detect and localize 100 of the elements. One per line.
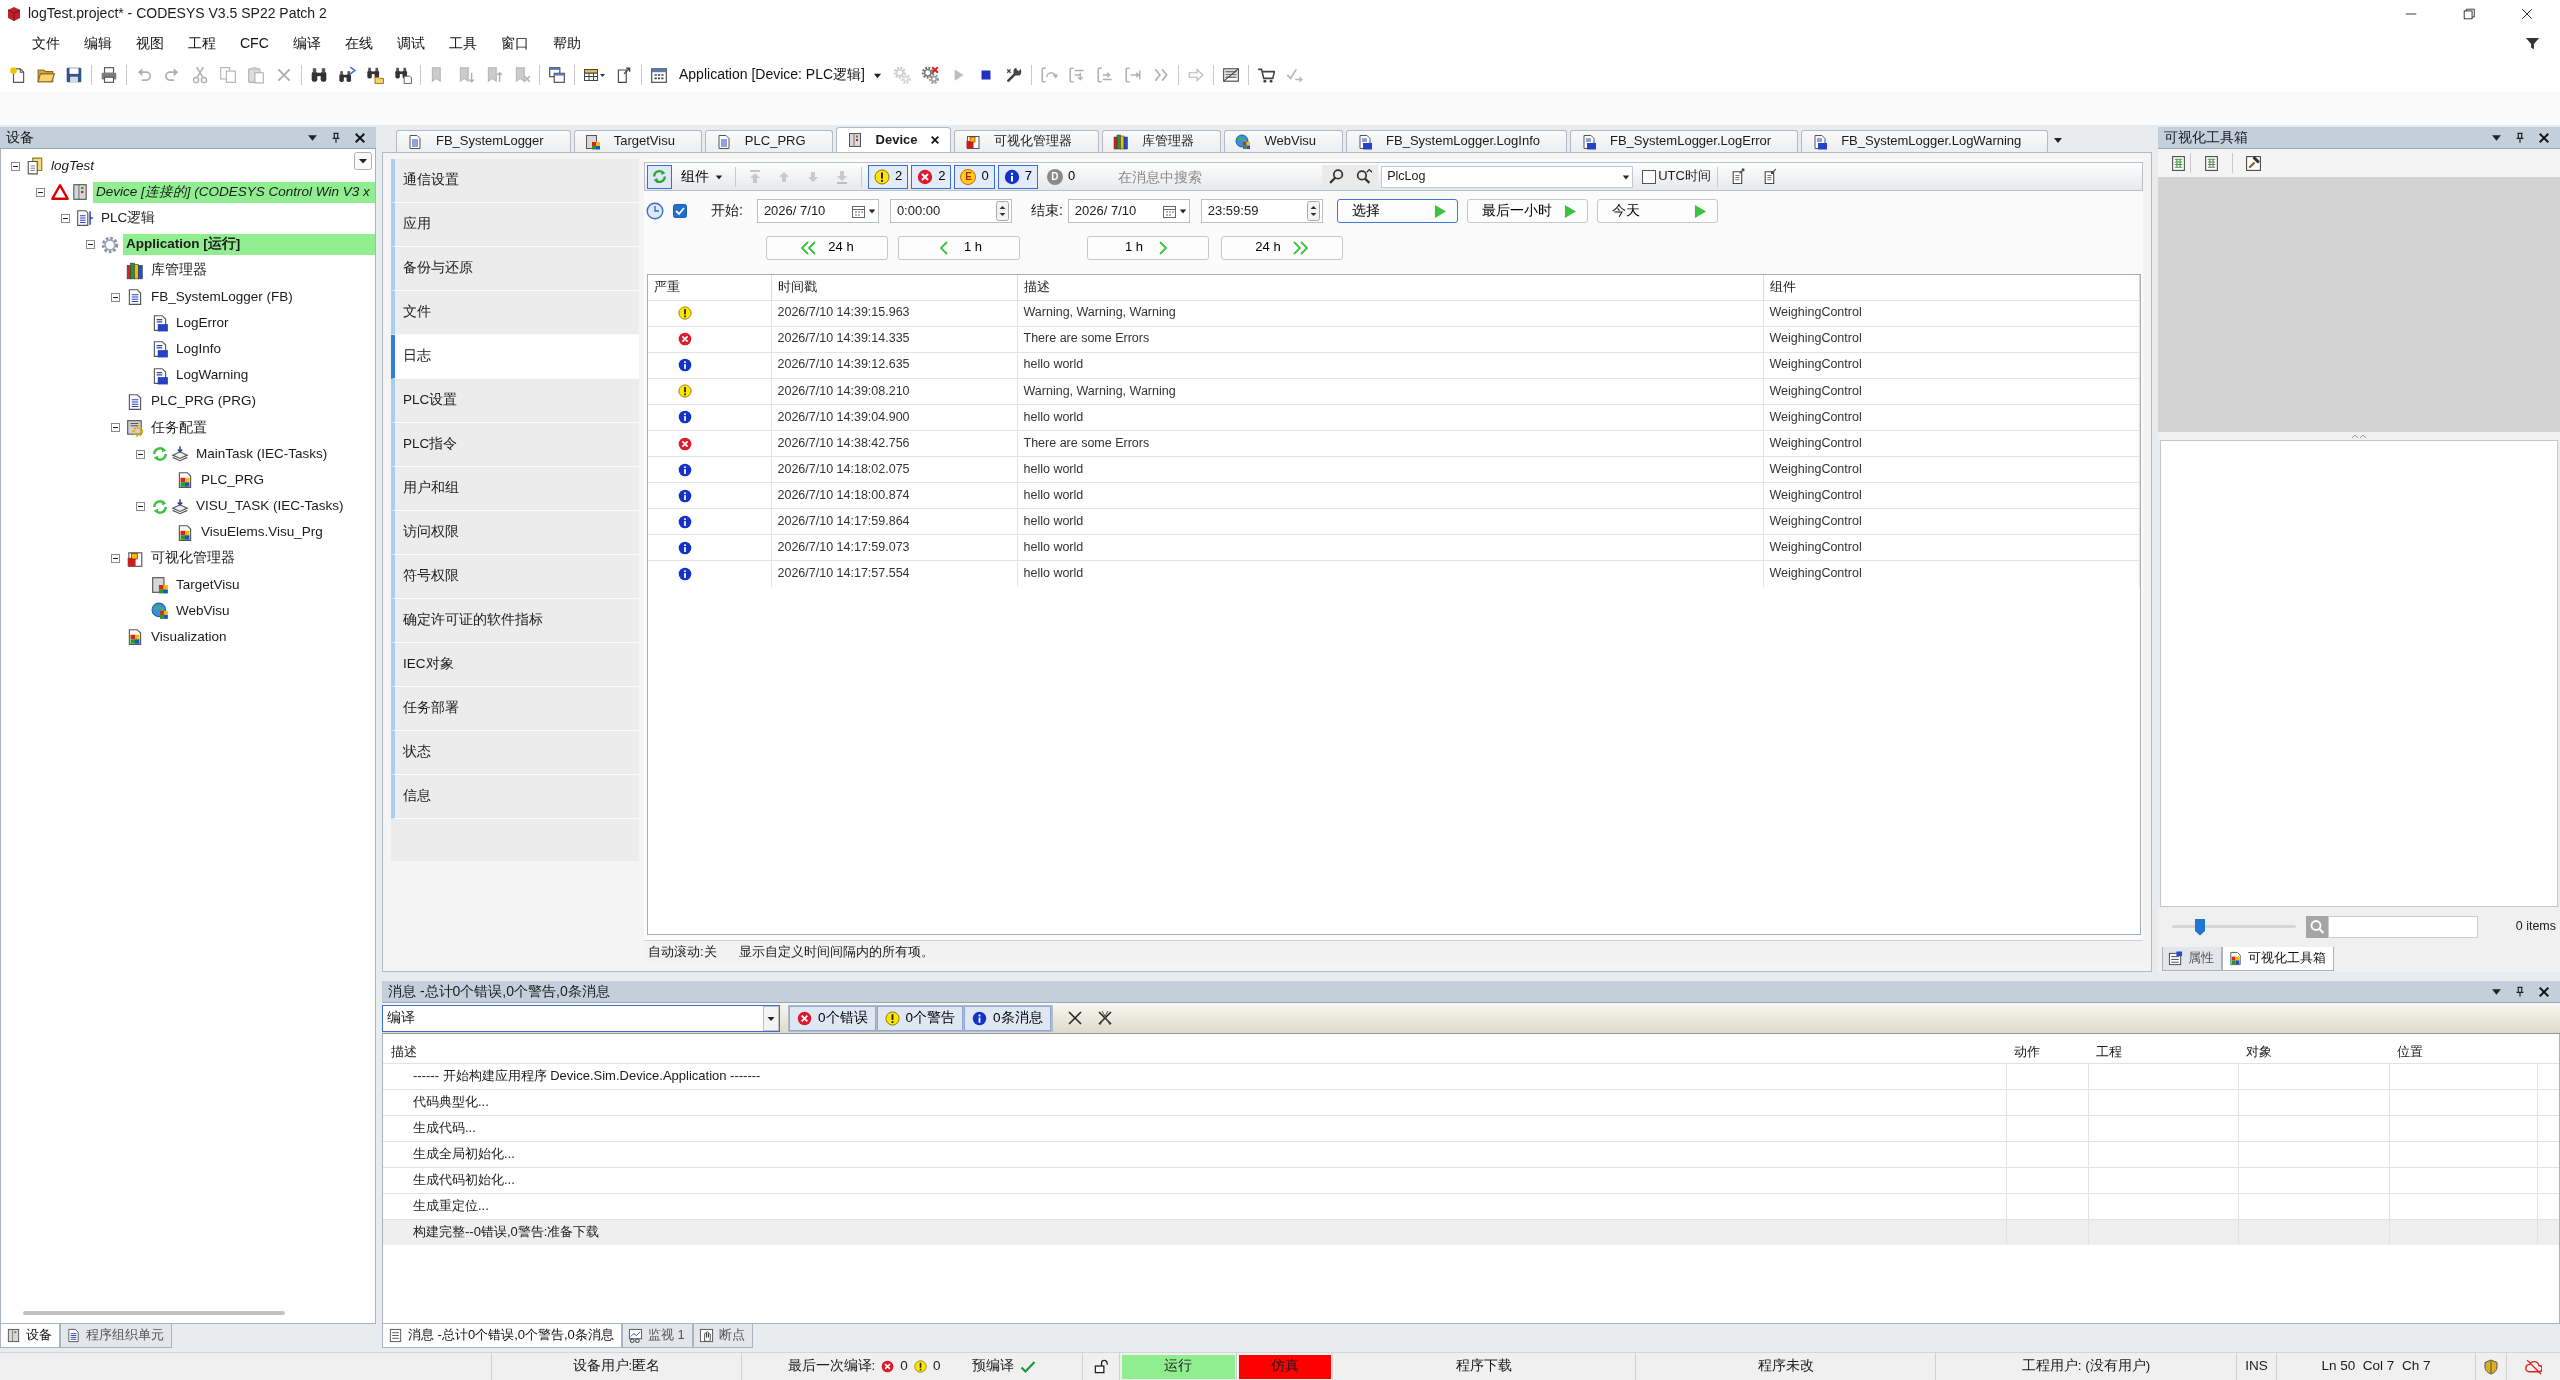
folder-icon[interactable] [37, 66, 55, 84]
time-field[interactable]: 23:59:59 [1200, 199, 1323, 223]
collapse-icon[interactable] [135, 449, 145, 459]
nav-item[interactable]: 应用 [391, 203, 639, 247]
tree-item[interactable]: LogInfo [173, 338, 225, 360]
grip-icon[interactable] [2351, 433, 2367, 439]
date-field[interactable]: 2026/ 7/10 [756, 199, 879, 223]
tree-item[interactable]: 可视化管理器 [148, 548, 238, 570]
warning-filter-button[interactable]: 0个警告 [876, 1005, 965, 1031]
gears-cross-icon[interactable] [920, 66, 939, 84]
dropdown-button-icon[interactable] [354, 152, 372, 170]
close-icon[interactable] [930, 135, 941, 145]
tree-item[interactable]: WebVisu [173, 600, 233, 622]
editor-tab[interactable]: TargetVisu [573, 130, 702, 152]
search-field[interactable]: 在消息中搜索 [1114, 164, 1320, 189]
nav-item[interactable]: 备份与还原 [391, 247, 639, 291]
menu-item[interactable]: CFC [228, 31, 281, 55]
collapse-icon[interactable] [110, 554, 120, 564]
nav-item[interactable]: 通信设置 [391, 159, 639, 203]
new-file-icon[interactable] [9, 66, 27, 84]
binoculars-icon[interactable] [310, 66, 328, 84]
nav-item[interactable]: 状态 [391, 731, 639, 775]
nav-item[interactable]: IEC对象 [391, 643, 639, 687]
time-field[interactable]: 0:00:00 [889, 199, 1012, 223]
column-header[interactable]: 组件 [1763, 275, 2140, 300]
message-row[interactable]: ------ 开始构建应用程序 Device.Sim.Device.Application ------- [383, 1063, 2559, 1089]
error-filter-button[interactable]: 0个错误 [789, 1005, 877, 1031]
nav-item[interactable]: 符号权限 [391, 555, 639, 599]
action-button[interactable]: 最后一小时 [1466, 199, 1588, 223]
editor-tab[interactable]: FB_SystemLogger.LogWarning [1801, 130, 2049, 152]
close-icon[interactable] [2520, 7, 2534, 21]
editor-tab[interactable]: FB_SystemLogger.LogError [1570, 130, 1799, 152]
nav-item[interactable]: PLC指令 [391, 423, 639, 467]
search-field[interactable] [2328, 916, 2478, 938]
close-icon[interactable] [2538, 131, 2550, 144]
action-button[interactable]: 今天 [1596, 199, 1718, 223]
action-button[interactable]: 选择 [1336, 199, 1458, 223]
collapse-icon[interactable] [110, 423, 120, 433]
debug-filter-button[interactable]: D 0 [1040, 164, 1082, 189]
padlock-icon[interactable] [1093, 1359, 1109, 1374]
zoom-slider[interactable] [2172, 918, 2296, 936]
funnel-icon[interactable] [2525, 35, 2540, 51]
pin-icon[interactable] [330, 131, 342, 144]
binoculars-folder-icon[interactable] [366, 66, 384, 84]
caret-down-icon[interactable] [1622, 172, 1631, 181]
target-selector[interactable]: Application [Device: PLC逻辑] [673, 66, 888, 84]
tree-item[interactable]: Visualization [148, 627, 230, 648]
calendar-icon[interactable] [1161, 203, 1177, 219]
source-dropdown[interactable]: 编译 [382, 1004, 780, 1032]
shield-icon[interactable] [2483, 1358, 2499, 1375]
time-step-button[interactable]: 24 h [1221, 235, 1343, 260]
caret-down-icon[interactable] [867, 207, 876, 215]
range-checkbox[interactable] [673, 204, 687, 218]
collapse-icon[interactable] [60, 213, 70, 223]
page-arrow-icon[interactable] [615, 66, 633, 84]
column-header[interactable]: 描述 [1017, 275, 1763, 300]
caret-down-icon[interactable] [2491, 132, 2502, 143]
utc-checkbox[interactable] [1642, 169, 1657, 184]
menu-item[interactable]: 视图 [124, 31, 176, 55]
wrench-icon[interactable] [1004, 66, 1023, 84]
info-filter-button[interactable]: 0条消息 [964, 1005, 1052, 1031]
collapse-icon[interactable] [10, 161, 20, 171]
error-filter-button[interactable]: 2 [911, 164, 952, 189]
editor-tab[interactable]: 可视化管理器 [954, 130, 1100, 152]
striped-panel-icon[interactable] [1221, 66, 1240, 84]
tree-item[interactable]: TargetVisu [173, 574, 243, 596]
cart-icon[interactable] [1256, 66, 1275, 84]
tree-item[interactable]: PLC_PRG [198, 469, 268, 491]
nav-item[interactable]: 日志 [391, 335, 639, 379]
tree-item[interactable]: PLC逻辑 [98, 208, 159, 229]
close-icon[interactable] [2538, 985, 2550, 998]
exception-filter-button[interactable]: E 0 [954, 164, 995, 189]
spinner-icon[interactable] [1306, 201, 1320, 221]
info-filter-button[interactable]: 7 [997, 164, 1038, 189]
nav-item[interactable]: 确定许可证的软件指标 [391, 599, 639, 643]
pin-icon[interactable] [2514, 985, 2526, 998]
menu-item[interactable]: 帮助 [540, 31, 593, 55]
logger-dropdown[interactable]: PlcLog [1381, 165, 1634, 188]
panel-tab[interactable]: 监视 1 [621, 1324, 693, 1348]
tree-item[interactable]: VisuElems.Visu_Prg [198, 522, 326, 544]
tree-item[interactable]: MainTask (IEC-Tasks) [193, 443, 331, 465]
grid-page-icon[interactable] [2203, 154, 2220, 172]
message-row[interactable]: 代码典型化... [383, 1089, 2559, 1115]
editor-tab[interactable]: WebVisu [1224, 130, 1344, 152]
tree-item[interactable]: logTest [48, 155, 98, 177]
editor-tab[interactable]: 库管理器 [1102, 130, 1222, 152]
warning-filter-button[interactable]: 2 [868, 164, 909, 189]
calendar-icon[interactable] [650, 66, 668, 84]
nav-item[interactable]: 访问权限 [391, 511, 639, 555]
double-cross-icon[interactable] [1096, 1010, 1113, 1026]
panel-tab[interactable]: 属性 [2162, 947, 2222, 971]
column-header[interactable]: 时间戳 [771, 275, 1017, 300]
refresh-button[interactable] [647, 164, 672, 189]
date-field[interactable]: 2026/ 7/10 [1067, 199, 1190, 223]
column-header[interactable]: 工程 [2088, 1041, 2238, 1063]
message-row[interactable]: 生成全局初始化... [383, 1141, 2559, 1167]
column-header[interactable]: 描述 [383, 1041, 2006, 1063]
caret-down-icon[interactable] [1178, 207, 1187, 215]
tree-item[interactable]: FB_SystemLogger (FB) [148, 286, 296, 308]
message-row[interactable]: 生成代码初始化... [383, 1167, 2559, 1193]
